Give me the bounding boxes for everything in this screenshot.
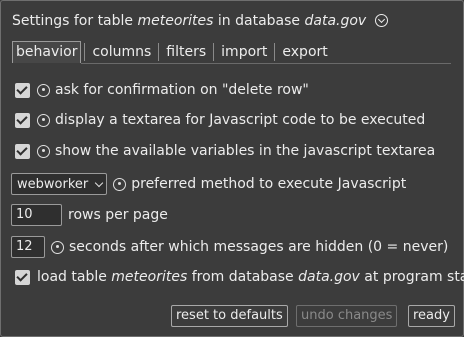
show-variables-checkbox[interactable]	[15, 143, 30, 159]
confirm-delete-label: ask for confirmation on "delete row"	[55, 82, 309, 98]
tab-separator	[274, 43, 276, 61]
chevron-down-icon	[94, 178, 104, 187]
title-mid: in database	[217, 13, 301, 29]
rows-per-page-input[interactable]: 10	[11, 204, 62, 226]
chevron-down-icon[interactable]	[374, 14, 388, 27]
settings-panel: Settings for table meteorites in databas…	[0, 0, 464, 337]
load-at-start-label: load table meteorites from database data…	[37, 269, 464, 285]
js-textarea-label: display a textarea for Javascript code t…	[55, 112, 426, 128]
tab-export[interactable]: export	[278, 41, 331, 63]
settings-title: Settings for table meteorites in databas…	[12, 12, 388, 30]
option-message-timeout: 12 seconds after which messages are hidd…	[11, 236, 448, 258]
tab-import[interactable]: import	[217, 41, 271, 63]
tab-separator	[158, 43, 160, 61]
js-method-select[interactable]: webworker	[11, 173, 108, 195]
option-js-method: webworker preferred method to execute Ja…	[11, 173, 406, 195]
option-show-variables: show the available variables in the java…	[15, 143, 435, 159]
load-table-name: meteorites	[111, 269, 188, 285]
tab-divider	[81, 63, 451, 64]
show-variables-label: show the available variables in the java…	[55, 143, 436, 159]
tab-columns[interactable]: columns	[88, 41, 155, 63]
undo-changes-button[interactable]: undo changes	[296, 305, 398, 327]
load-at-start-checkbox[interactable]	[15, 269, 30, 285]
load-prefix: load table	[37, 269, 107, 285]
info-icon[interactable]	[37, 144, 50, 158]
load-database-name: data.gov	[298, 269, 360, 285]
message-timeout-label: seconds after which messages are hidden …	[69, 239, 449, 255]
option-js-textarea: display a textarea for Javascript code t…	[15, 112, 425, 128]
tab-filters[interactable]: filters	[162, 41, 210, 63]
tab-behavior[interactable]: behavior	[12, 41, 82, 63]
rows-per-page-label: rows per page	[68, 207, 168, 223]
title-database-name: data.gov	[304, 13, 367, 29]
ready-button[interactable]: ready	[408, 305, 455, 327]
option-confirm-delete: ask for confirmation on "delete row"	[15, 82, 309, 98]
title-prefix: Settings for table	[12, 13, 134, 29]
tab-bar: behavior columns filters import export	[12, 41, 332, 63]
info-icon[interactable]	[51, 240, 64, 254]
confirm-delete-checkbox[interactable]	[15, 82, 30, 98]
option-load-at-start: load table meteorites from database data…	[15, 269, 464, 285]
info-icon[interactable]	[37, 83, 50, 97]
load-mid: from database	[191, 269, 294, 285]
info-icon[interactable]	[37, 113, 50, 127]
option-rows-per-page: 10 rows per page	[11, 204, 168, 226]
info-icon[interactable]	[113, 177, 127, 191]
load-suffix: at program start	[364, 269, 464, 285]
js-method-label: preferred method to execute Javascript	[131, 176, 407, 192]
message-timeout-input[interactable]: 12	[11, 236, 45, 258]
tab-separator	[213, 43, 215, 61]
js-method-value: webworker	[17, 176, 89, 192]
js-textarea-checkbox[interactable]	[15, 112, 30, 128]
reset-defaults-button[interactable]: reset to defaults	[171, 305, 288, 327]
title-table-name: meteorites	[137, 13, 214, 29]
tab-separator	[84, 43, 86, 61]
